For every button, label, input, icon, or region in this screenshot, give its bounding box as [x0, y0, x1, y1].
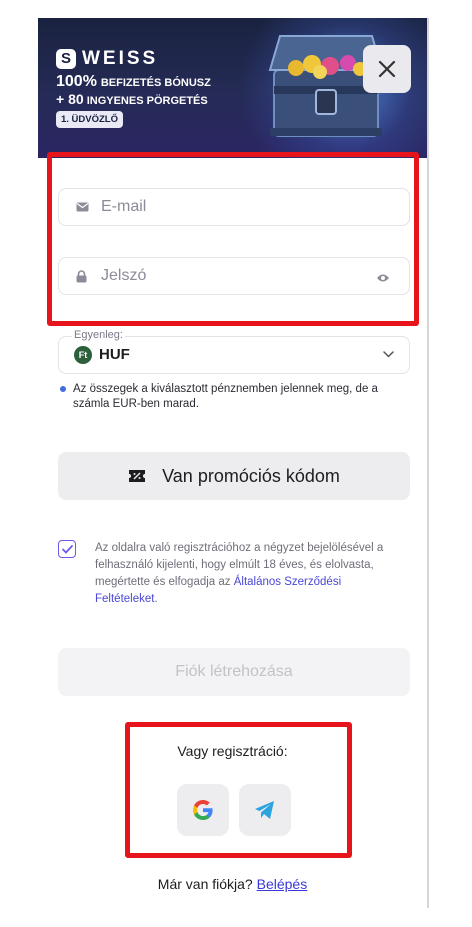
spins-text: INGYENES PÖRGETÉS — [86, 95, 208, 107]
close-icon — [378, 60, 396, 78]
login-link[interactable]: Belépés — [257, 876, 308, 892]
spins-count: + 80 — [56, 91, 84, 107]
forint-icon: Ft — [74, 346, 92, 364]
logo-mark: S — [56, 49, 76, 69]
currency-select[interactable]: Egyenleg: Ft HUF — [58, 329, 410, 374]
bonus-percent: 100% — [56, 73, 97, 90]
ticket-icon — [129, 470, 146, 482]
login-prompt: Már van fiókja? Belépés — [38, 876, 427, 892]
create-account-button[interactable]: Fiók létrehozása — [58, 648, 410, 696]
terms-checkbox[interactable] — [58, 540, 76, 558]
currency-info-text: Az összegek a kiválasztott pénznemben je… — [73, 383, 378, 410]
currency-value: HUF — [99, 346, 130, 363]
terms-text: Az oldalra való regisztrációhoz a négyze… — [95, 540, 395, 608]
checkmark-icon — [61, 544, 73, 554]
info-dot-icon — [60, 386, 66, 392]
promo-line-1: 100% BEFIZETÉS BÓNUSZ — [56, 73, 211, 91]
currency-label: Egyenleg: — [72, 329, 125, 341]
promo-line-2: + 80 INGYENES PÖRGETÉS — [56, 91, 208, 107]
promo-code-button[interactable]: Van promóciós kódom — [58, 452, 410, 500]
terms-end: . — [154, 593, 158, 605]
registration-panel: S WEISS 100% BEFIZETÉS BÓNUSZ + 80 INGYE… — [38, 18, 427, 908]
bonus-text: BEFIZETÉS BÓNUSZ — [100, 77, 211, 89]
welcome-badge: 1. ÜDVÖZLŐ — [56, 111, 124, 128]
chevron-down-icon — [383, 351, 394, 358]
highlight-social-signup — [125, 722, 352, 858]
panel-edge — [427, 18, 429, 908]
close-button[interactable] — [363, 45, 411, 93]
currency-info: Az összegek a kiválasztott pénznemben je… — [60, 382, 400, 412]
brand-name: WEISS — [82, 48, 159, 69]
highlight-login-fields — [47, 152, 419, 326]
have-account-text: Már van fiókja? — [157, 876, 253, 892]
brand-logo: S WEISS — [56, 48, 158, 70]
promo-banner: S WEISS 100% BEFIZETÉS BÓNUSZ + 80 INGYE… — [38, 18, 427, 158]
promo-code-label: Van promóciós kódom — [162, 465, 340, 486]
